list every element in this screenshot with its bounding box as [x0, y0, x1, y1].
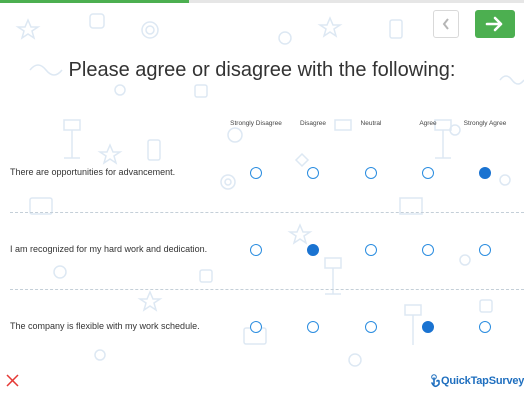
column-header: Disagree [299, 120, 326, 127]
progress-fill [0, 0, 189, 3]
radio-button[interactable] [250, 321, 262, 333]
tap-icon [431, 373, 440, 387]
radio-button[interactable] [365, 167, 377, 179]
next-button[interactable] [475, 10, 515, 38]
radio-button[interactable] [250, 167, 262, 179]
arrow-right-icon [485, 16, 503, 32]
radio-button[interactable] [250, 244, 262, 256]
radio-button[interactable] [365, 244, 377, 256]
radio-button[interactable] [307, 321, 319, 333]
row-label: I am recognized for my hard work and ded… [10, 244, 208, 254]
brand-name: QuickTapSurvey [441, 375, 524, 387]
radio-button[interactable] [307, 244, 319, 256]
previous-button[interactable] [433, 10, 459, 38]
progress-bar [0, 0, 524, 3]
radio-button[interactable] [479, 244, 491, 256]
row-label: There are opportunities for advancement. [10, 167, 176, 177]
column-header: Neutral [360, 120, 382, 127]
radio-button[interactable] [479, 321, 491, 333]
row-divider [10, 212, 524, 213]
radio-button[interactable] [365, 321, 377, 333]
radio-button[interactable] [479, 167, 491, 179]
column-header: Agree [419, 120, 437, 127]
radio-button[interactable] [422, 167, 434, 179]
row-label: The company is flexible with my work sch… [10, 321, 200, 331]
close-icon[interactable] [6, 374, 19, 387]
question-title: Please agree or disagree with the follow… [68, 59, 456, 81]
column-header: Strongly Disagree [230, 120, 282, 127]
column-header: Strongly Agree [463, 120, 507, 127]
radio-button[interactable] [422, 244, 434, 256]
chevron-left-icon [442, 18, 449, 30]
row-divider [10, 289, 524, 290]
radio-button[interactable] [422, 321, 434, 333]
radio-button[interactable] [307, 167, 319, 179]
brand-logo: QuickTapSurvey [430, 373, 524, 389]
